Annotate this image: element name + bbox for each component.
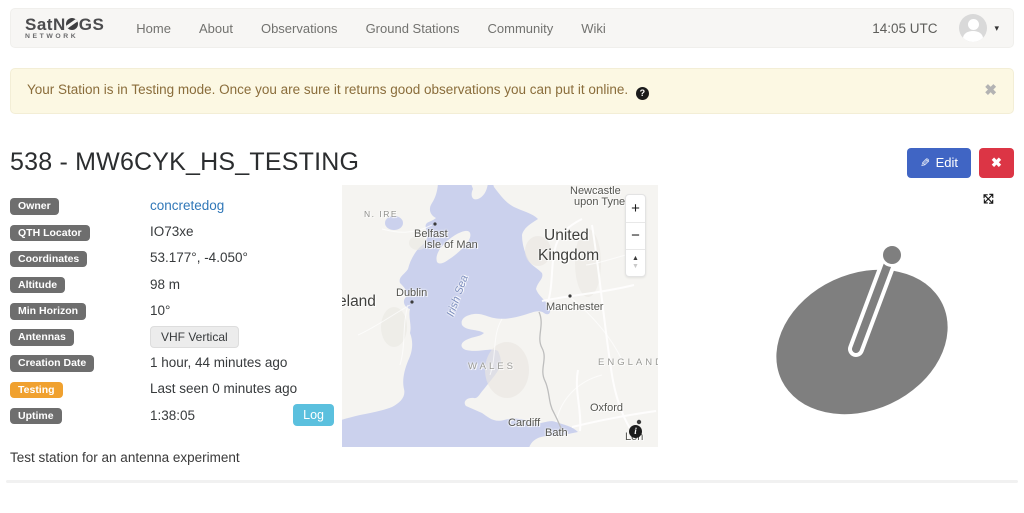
satnogs-logo[interactable]: SatNGS NETWORK (25, 16, 104, 41)
qth-badge: QTH Locator (10, 225, 90, 242)
owner-badge: Owner (10, 198, 59, 215)
nav-item-observations[interactable]: Observations (247, 21, 352, 36)
map-label-n-ire: N. IRE (364, 209, 398, 219)
min-horizon-value: 10° (150, 303, 170, 318)
map-label-manchester: Manchester (546, 301, 603, 313)
fullscreen-expand-icon[interactable]: ⤢ ⤡ (983, 195, 997, 209)
uptime-value: 1:38:05 (150, 408, 195, 423)
station-header: 538 - MW6CYK_HS_TESTING ✎ Edit ✖ (10, 148, 1014, 178)
map-label-england: ENGLAND (598, 357, 658, 368)
edit-button[interactable]: ✎ Edit (907, 148, 971, 178)
user-avatar[interactable] (959, 14, 987, 42)
nav-item-ground-stations[interactable]: Ground Stations (352, 21, 474, 36)
detail-row-antennas: Antennas VHF Vertical (10, 323, 342, 349)
testing-mode-alert: Your Station is in Testing mode. Once yo… (10, 68, 1014, 114)
map-label-isle-of-man: Isle of Man (424, 239, 478, 251)
detail-row-coordinates: Coordinates 53.177°, -4.050° (10, 245, 342, 271)
creation-date-value: 1 hour, 44 minutes ago (150, 355, 287, 370)
map-label-cardiff: Cardiff (508, 417, 540, 429)
station-content: Owner concretedog QTH Locator IO73xe Coo… (10, 185, 1014, 447)
pitch-toggle-button[interactable]: ▲ ▼ (626, 249, 645, 276)
detail-row-owner: Owner concretedog (10, 193, 342, 219)
last-seen-value: Last seen 0 minutes ago (150, 381, 297, 396)
station-description: Test station for an antenna experiment (10, 450, 1014, 465)
coordinates-value: 53.177°, -4.050° (150, 250, 248, 265)
user-menu-caret-icon[interactable]: ▾ (994, 23, 999, 34)
nav-item-home[interactable]: Home (122, 21, 185, 36)
detail-row-creation-date: Creation Date 1 hour, 44 minutes ago (10, 350, 342, 376)
map-label-wales: WALES (468, 361, 516, 372)
antennas-badge: Antennas (10, 329, 74, 346)
delete-x-icon: ✖ (991, 155, 1002, 171)
antenna-panel: ⤢ ⤡ (658, 185, 1014, 447)
logo-text: SatNGS (25, 16, 104, 33)
header-buttons: ✎ Edit ✖ (907, 148, 1014, 178)
map-label-newcastle2: upon Tyne (574, 196, 625, 208)
utc-clock: 14:05 UTC (872, 21, 937, 36)
delete-button[interactable]: ✖ (979, 148, 1014, 178)
logo-subtitle: NETWORK (25, 34, 104, 41)
station-details: Owner concretedog QTH Locator IO73xe Coo… (10, 185, 342, 447)
nav-menu: Home About Observations Ground Stations … (122, 21, 620, 36)
detail-row-qth: QTH Locator IO73xe (10, 219, 342, 245)
satellite-dish-icon (770, 235, 965, 420)
map-label-united: United (544, 227, 589, 245)
detail-row-uptime: Uptime 1:38:05 Log (10, 402, 342, 428)
map-label-bath: Bath (545, 427, 568, 439)
creation-date-badge: Creation Date (10, 355, 94, 372)
map-label-oxford: Oxford (590, 402, 623, 414)
navbar-right: 14:05 UTC ▾ (872, 14, 999, 42)
map-attribution-info-icon[interactable]: i (629, 425, 642, 438)
detail-row-min-horizon: Min Horizon 10° (10, 297, 342, 323)
pencil-icon: ✎ (920, 156, 930, 170)
alert-message: Your Station is in Testing mode. Once yo… (27, 82, 628, 97)
antenna-chip: VHF Vertical (150, 326, 239, 348)
top-navbar: SatNGS NETWORK Home About Observations G… (10, 8, 1014, 48)
min-horizon-badge: Min Horizon (10, 303, 86, 320)
altitude-value: 98 m (150, 277, 180, 292)
avatar-head-icon (968, 19, 979, 30)
pitch-down-icon: ▼ (632, 263, 639, 271)
zoom-out-button[interactable]: − (626, 222, 645, 249)
alert-close-icon[interactable]: ✖ (984, 81, 997, 99)
nav-item-wiki[interactable]: Wiki (567, 21, 620, 36)
map-zoom-control: + − ▲ ▼ (625, 194, 646, 277)
nav-item-about[interactable]: About (185, 21, 247, 36)
page-title: 538 - MW6CYK_HS_TESTING (10, 148, 359, 177)
coordinates-badge: Coordinates (10, 251, 87, 268)
footer-divider (6, 480, 1018, 483)
detail-row-status: Testing Last seen 0 minutes ago (10, 376, 342, 402)
nav-item-community[interactable]: Community (474, 21, 568, 36)
detail-row-altitude: Altitude 98 m (10, 271, 342, 297)
log-button[interactable]: Log (293, 404, 334, 426)
avatar-body-icon (963, 31, 983, 42)
testing-status-badge: Testing (10, 382, 63, 399)
zoom-in-button[interactable]: + (626, 195, 645, 222)
globe-icon (66, 18, 78, 30)
map-label-kingdom: Kingdom (538, 247, 599, 265)
owner-link[interactable]: concretedog (150, 198, 224, 213)
map-label-dublin: Dublin (396, 287, 427, 299)
map-label-ireland: eland (342, 293, 376, 311)
uptime-badge: Uptime (10, 408, 62, 425)
station-map[interactable]: Newcastle upon Tyne N. IRE Belfast Isle … (342, 185, 658, 447)
altitude-badge: Altitude (10, 277, 65, 294)
help-question-icon[interactable]: ? (636, 87, 649, 100)
qth-value: IO73xe (150, 224, 194, 239)
pitch-up-icon: ▲ (632, 255, 639, 263)
